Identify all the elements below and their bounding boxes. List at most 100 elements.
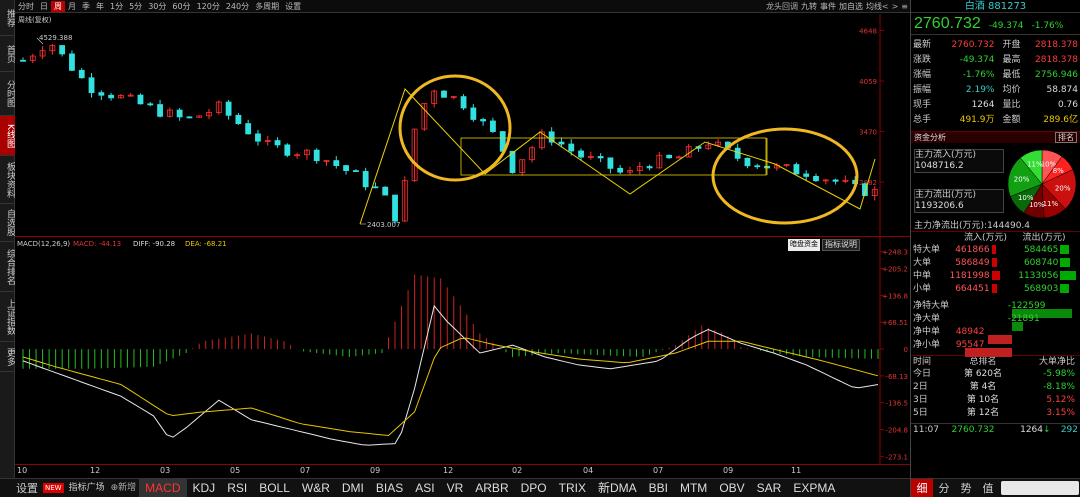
- nav-ranking[interactable]: 综合排名: [0, 242, 15, 292]
- time-tick: 09: [370, 466, 381, 475]
- net-flow-row: 净特大单 -122599: [911, 300, 1080, 318]
- candle-body: [597, 156, 604, 159]
- indicator-trix[interactable]: TRIX: [553, 479, 592, 497]
- indicator-mtm[interactable]: MTM: [674, 479, 713, 497]
- indicator-rsi[interactable]: RSI: [221, 479, 253, 497]
- net-flow-type: 净大单: [913, 314, 941, 324]
- period-day[interactable]: 日: [37, 1, 51, 12]
- period-60min[interactable]: 60分: [169, 1, 193, 12]
- events-button[interactable]: 事件: [820, 1, 836, 12]
- nav-watchlist[interactable]: 自选股: [0, 204, 15, 242]
- next-icon[interactable]: >: [892, 2, 899, 11]
- flow-out-value: 568903: [1023, 284, 1059, 294]
- indicator-help-button[interactable]: 指标说明: [822, 239, 860, 251]
- period-month[interactable]: 月: [65, 1, 79, 12]
- dark-fund-button[interactable]: 暗盘资金: [788, 239, 820, 251]
- settings-button[interactable]: 设置: [0, 479, 41, 497]
- quote-value: 58.874: [1046, 85, 1079, 95]
- period-5min[interactable]: 5分: [126, 1, 145, 12]
- net-flow-value: -21891: [1007, 314, 1040, 324]
- candle-body: [225, 101, 232, 116]
- flow-out-bar: [1060, 245, 1070, 254]
- candle-body: [607, 157, 614, 169]
- period-240min[interactable]: 240分: [223, 1, 252, 12]
- prev-icon[interactable]: <: [882, 2, 889, 11]
- macd-label: MACD(12,26,9): [17, 240, 70, 248]
- multi-period[interactable]: 多周期: [252, 1, 282, 12]
- nav-kline[interactable]: K线图: [0, 116, 15, 156]
- nav-shindex[interactable]: 上证指数: [0, 292, 15, 342]
- macd-panel[interactable]: MACD(12,26,9) MACD: -44.13 DIFF: -90.28 …: [15, 236, 910, 465]
- indicator-boll[interactable]: BOLL: [253, 479, 296, 497]
- indicator-bar: 设置 NEW 指标广场 ⊕新增 MACD KDJ RSI BOLL W&R DM…: [0, 478, 910, 497]
- indicator-asi[interactable]: ASI: [409, 479, 440, 497]
- indicator-wr[interactable]: W&R: [296, 479, 336, 497]
- pie-label: 11%: [1027, 161, 1043, 169]
- indicator-bbi[interactable]: BBI: [643, 479, 674, 497]
- indicator-newdma[interactable]: 新DMA: [592, 479, 643, 497]
- candle-body: [255, 133, 261, 142]
- time-tick: 03: [160, 466, 171, 475]
- rank-net: -5.98%: [1043, 369, 1075, 379]
- period-week[interactable]: 周: [51, 0, 65, 12]
- candle-body: [78, 69, 85, 79]
- indicator-expma[interactable]: EXPMA: [787, 479, 841, 497]
- net-flow-value: 48942: [955, 327, 985, 337]
- candle-body: [59, 45, 66, 55]
- settings-link[interactable]: 设置: [282, 1, 304, 12]
- time-tick: 04: [583, 466, 594, 475]
- period-quarter[interactable]: 季: [79, 1, 93, 12]
- macd-value: MACD: -44.13: [73, 240, 121, 248]
- period-120min[interactable]: 120分: [194, 1, 223, 12]
- indicator-arbr[interactable]: ARBR: [469, 479, 514, 497]
- nav-home[interactable]: 首页: [0, 36, 15, 72]
- kline-chart[interactable]: 周线(复权) 4648 4059 3470 2882 4529.388 2403.00…: [15, 14, 910, 236]
- indicator-sar[interactable]: SAR: [751, 479, 788, 497]
- quote-label: 涨幅: [913, 70, 932, 80]
- add-indicator-button[interactable]: ⊕新增: [108, 479, 140, 497]
- nav-recommend[interactable]: 推荐: [0, 0, 15, 36]
- pie-label: 10%: [1018, 194, 1034, 202]
- nine-turn-button[interactable]: 九转: [801, 1, 817, 12]
- candle-body: [88, 77, 95, 94]
- period-1min[interactable]: 1分: [107, 1, 126, 12]
- candle-body: [744, 157, 751, 167]
- ma-button[interactable]: 均线: [866, 1, 882, 12]
- tab-value[interactable]: 值: [977, 479, 999, 497]
- time-axis: 10 12 03 05 07 09 12 02 04 07 09 11: [15, 464, 910, 477]
- nav-intraday[interactable]: 分时图: [0, 72, 15, 116]
- indicator-vr[interactable]: VR: [441, 479, 470, 497]
- flow-row: 大单 586849 608740: [911, 257, 1080, 270]
- tab-minute[interactable]: 分: [933, 479, 955, 497]
- candle-body: [333, 160, 340, 166]
- ranking-tab[interactable]: 排名: [1055, 132, 1077, 143]
- indicator-plaza-button[interactable]: 指标广场: [66, 479, 108, 497]
- dragon-pullback-button[interactable]: 龙头回调: [766, 1, 798, 12]
- period-intraday[interactable]: 分时: [15, 1, 37, 12]
- flow-table: 特大单 461866 584465 大单 586849 608740 中单 1181998 11…: [911, 244, 1080, 296]
- candle-body: [617, 167, 624, 173]
- indicator-dmi[interactable]: DMI: [336, 479, 370, 497]
- period-30min[interactable]: 30分: [145, 1, 169, 12]
- time-tick: 07: [653, 466, 664, 475]
- tab-detail[interactable]: 细: [911, 479, 933, 497]
- quote-value: -49.374: [959, 55, 995, 65]
- tab-trend[interactable]: 势: [955, 479, 977, 497]
- nav-sector[interactable]: 板块资料: [0, 156, 15, 204]
- period-year[interactable]: 年: [93, 1, 107, 12]
- indicator-macd[interactable]: MACD: [139, 478, 187, 497]
- stock-header: 白酒 881273: [911, 0, 1080, 13]
- menu-icon[interactable]: ≡: [901, 2, 908, 11]
- time-tick: 07: [300, 466, 311, 475]
- ranking-row: 今日 第 620名 -5.98%: [911, 368, 1080, 381]
- indicator-kdj[interactable]: KDJ: [187, 479, 222, 497]
- indicator-obv[interactable]: OBV: [713, 479, 750, 497]
- add-watchlist-button[interactable]: 加自选: [839, 1, 863, 12]
- indicator-bias[interactable]: BIAS: [370, 479, 409, 497]
- candle-body: [186, 116, 193, 119]
- nav-more[interactable]: 更多: [0, 342, 15, 372]
- quote-label: 均价: [1002, 85, 1021, 95]
- candle-body: [69, 53, 75, 71]
- indicator-dpo[interactable]: DPO: [515, 479, 553, 497]
- new-badge: NEW: [43, 483, 64, 493]
